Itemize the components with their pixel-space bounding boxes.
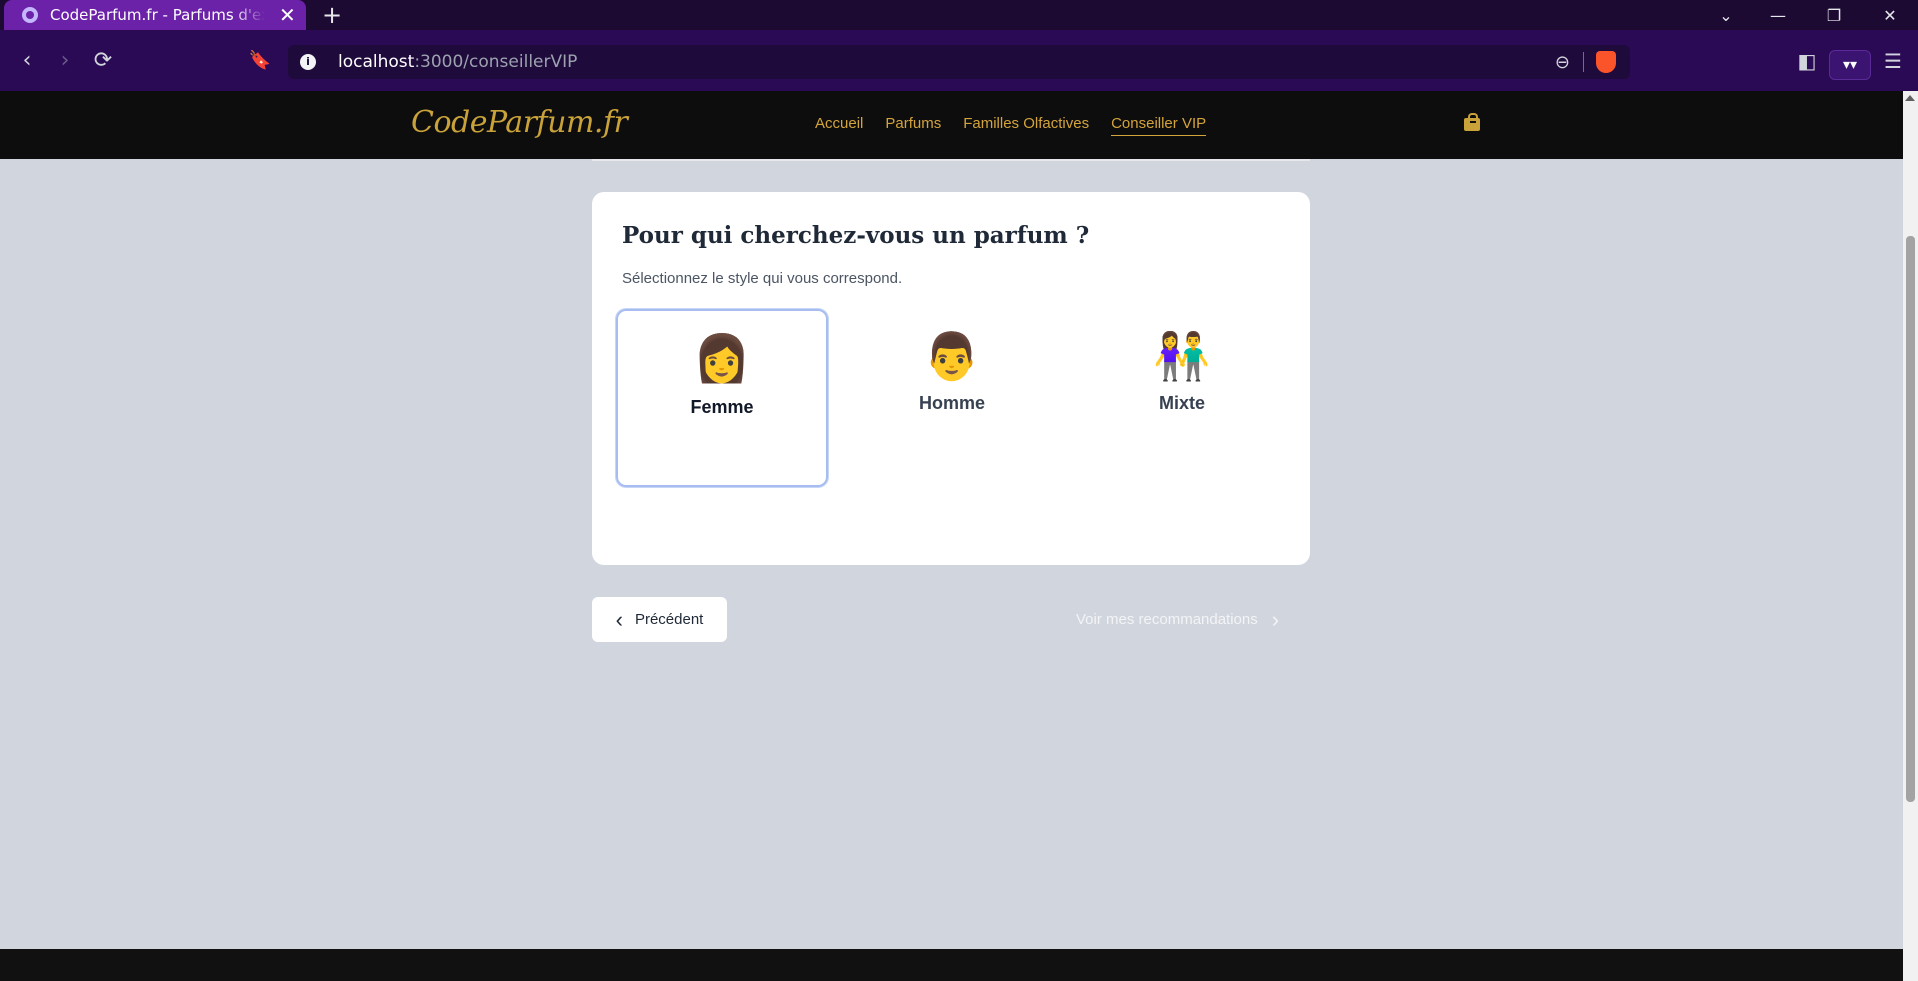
- option-label: Mixte: [1158, 393, 1205, 413]
- address-bar[interactable]: i localhost:3000/conseillerVIP ⊖: [288, 45, 1630, 79]
- woman-icon: 👩: [693, 331, 751, 385]
- tab-search-icon[interactable]: ⌄: [1706, 0, 1746, 30]
- private-window-icon[interactable]: ▾▾: [1829, 50, 1871, 80]
- option-label: Homme: [918, 393, 985, 413]
- nav-accueil[interactable]: Accueil: [815, 115, 863, 136]
- shopping-bag-icon[interactable]: [1464, 113, 1480, 131]
- reload-button[interactable]: ⟳: [88, 46, 118, 76]
- browser-tab[interactable]: CodeParfum.fr - Parfums d'exceptions ✕: [4, 0, 306, 30]
- site-header: CodeParfum.fr Accueil Parfums Familles O…: [0, 91, 1903, 159]
- bookmark-icon[interactable]: 🔖: [245, 46, 275, 76]
- url-host: localhost: [338, 52, 415, 72]
- site-logo[interactable]: CodeParfum.fr: [411, 105, 628, 140]
- chevron-right-icon: ›: [1271, 606, 1280, 632]
- site-info-icon[interactable]: i: [300, 54, 316, 70]
- previous-button[interactable]: ‹ Précédent: [592, 597, 727, 642]
- option-femme[interactable]: 👩 Femme: [616, 309, 828, 487]
- url-path: :3000/conseillerVIP: [414, 52, 578, 72]
- man-icon: 👨: [923, 329, 981, 383]
- site-footer: [0, 949, 1903, 981]
- couple-icon: 👫: [1153, 329, 1211, 383]
- option-label: Femme: [690, 397, 754, 417]
- browser-toolbar: ‹ › ⟳ 🔖 i localhost:3000/conseillerVIP ⊖…: [0, 30, 1918, 91]
- zoom-icon[interactable]: ⊖: [1555, 52, 1570, 73]
- back-button[interactable]: ‹: [12, 46, 42, 76]
- scrollbar[interactable]: [1903, 91, 1918, 981]
- close-tab-icon[interactable]: ✕: [279, 5, 296, 25]
- recommendations-button[interactable]: Voir mes recommandations ›: [1076, 597, 1279, 642]
- brave-shields-icon[interactable]: [1596, 51, 1616, 73]
- chevron-left-icon: ‹: [615, 606, 623, 632]
- quiz-card: Pour qui cherchez-vous un parfum ? Sélec…: [592, 192, 1310, 565]
- menu-icon[interactable]: ☰: [1878, 46, 1908, 76]
- previous-button-label: Précédent: [634, 611, 704, 628]
- main-nav: Accueil Parfums Familles Olfactives Cons…: [815, 115, 1207, 136]
- sidebar-icon[interactable]: ◧: [1792, 46, 1822, 76]
- option-homme[interactable]: 👨 Homme: [846, 309, 1058, 487]
- restore-button[interactable]: ❐: [1814, 0, 1854, 30]
- new-tab-button[interactable]: +: [322, 2, 342, 28]
- browser-tab-bar: CodeParfum.fr - Parfums d'exceptions ✕ +…: [0, 0, 1918, 30]
- progress-track: [592, 159, 1310, 161]
- scrollbar-thumb[interactable]: [1906, 236, 1915, 802]
- forward-button[interactable]: ›: [50, 46, 80, 76]
- nav-conseiller-vip[interactable]: Conseiller VIP: [1111, 115, 1207, 136]
- divider: [1583, 52, 1584, 72]
- nav-familles-olfactives[interactable]: Familles Olfactives: [963, 115, 1089, 136]
- minimize-button[interactable]: —: [1758, 0, 1798, 30]
- scroll-up-icon[interactable]: [1905, 95, 1915, 101]
- option-mixte[interactable]: 👫 Mixte: [1076, 309, 1288, 487]
- close-window-button[interactable]: ✕: [1870, 0, 1910, 30]
- globe-icon: [22, 7, 38, 23]
- recommendations-button-label: Voir mes recommandations: [1076, 611, 1258, 628]
- tab-title: CodeParfum.fr - Parfums d'exceptions: [50, 6, 265, 24]
- nav-parfums[interactable]: Parfums: [885, 115, 941, 136]
- question-title: Pour qui cherchez-vous un parfum ?: [622, 222, 1090, 249]
- question-subtitle: Sélectionnez le style qui vous correspon…: [622, 270, 903, 287]
